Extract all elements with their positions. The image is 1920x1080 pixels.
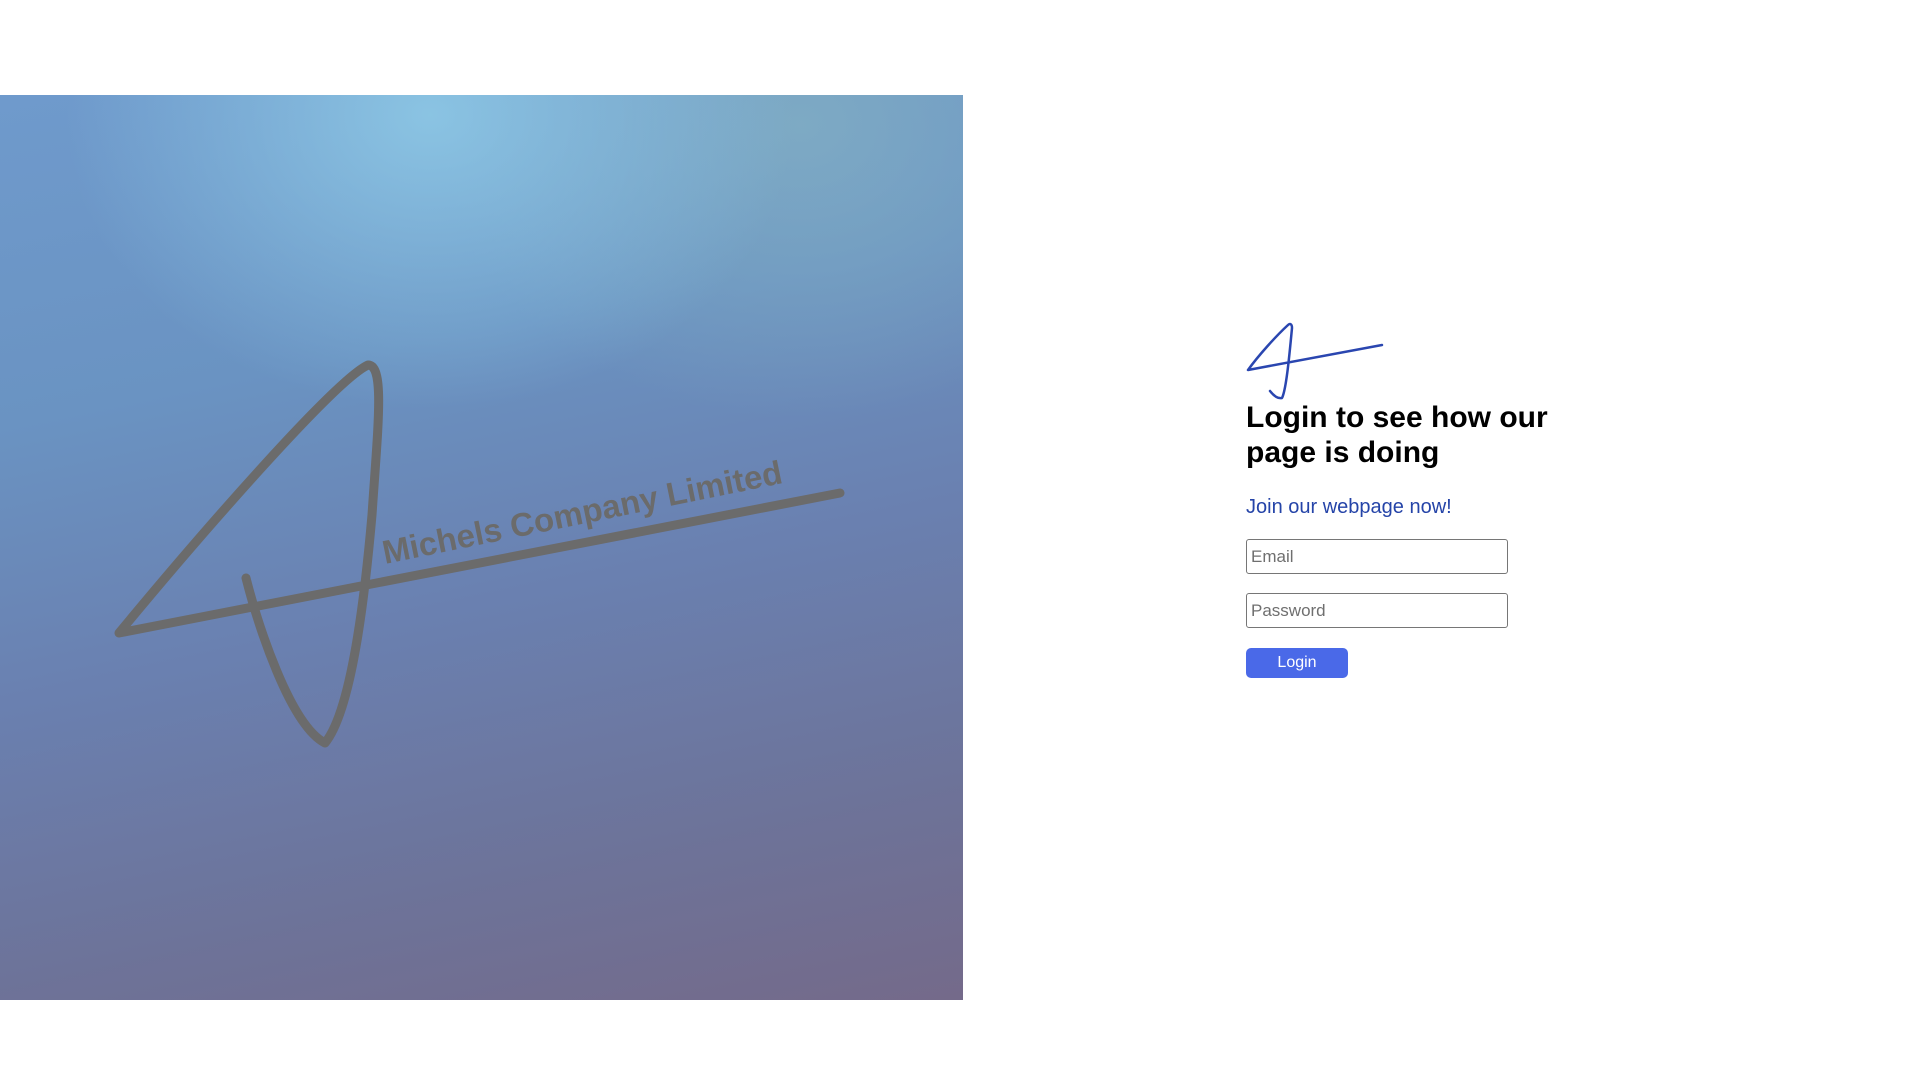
hero-image-panel: Michels Company Limited — [0, 95, 963, 1000]
signature-logo-icon — [1246, 322, 1384, 400]
logo-signature-stroke — [114, 360, 845, 748]
login-panel: Login to see how our page is doing Join … — [1246, 320, 1586, 678]
company-logo: Michels Company Limited — [114, 360, 845, 748]
page-subtitle: Join our webpage now! — [1246, 496, 1452, 518]
page-title: Login to see how our page is doing — [1246, 401, 1548, 469]
login-button[interactable]: Login — [1246, 648, 1348, 678]
password-field[interactable] — [1246, 593, 1508, 628]
email-field[interactable] — [1246, 539, 1508, 574]
